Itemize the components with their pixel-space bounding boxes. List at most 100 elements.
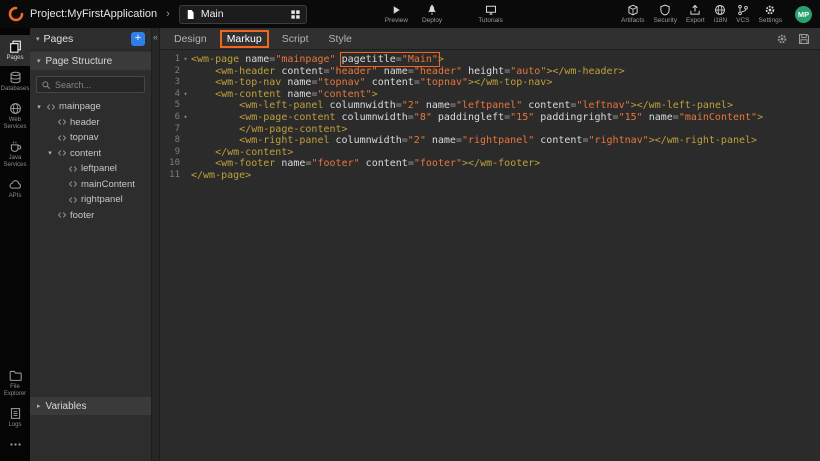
line-number: 1 xyxy=(160,54,180,66)
code-line[interactable]: 1▾<wm-page name="mainpage" pagetitle="Ma… xyxy=(160,54,820,66)
tree-node-topnav[interactable]: topnav xyxy=(30,130,151,146)
grid-icon[interactable] xyxy=(290,9,301,20)
search-icon xyxy=(41,80,51,90)
code-line[interactable]: 7 </wm-page-content> xyxy=(160,124,820,136)
rail-item-pages[interactable]: Pages xyxy=(0,35,30,66)
logs-icon xyxy=(9,407,22,420)
tree-node-label: rightpanel xyxy=(81,194,123,205)
add-page-button[interactable]: + xyxy=(131,32,145,46)
i18n-icon xyxy=(714,4,726,16)
deploy-button[interactable]: Deploy xyxy=(422,4,442,24)
tree-node-label: content xyxy=(70,148,101,159)
code-line-text: </wm-page-content> xyxy=(191,124,348,136)
fold-caret-icon[interactable]: ▾ xyxy=(180,54,191,66)
rail-item-java-services[interactable]: Java Services xyxy=(0,135,30,173)
pages-icon xyxy=(9,40,22,53)
code-line-text: </wm-page> xyxy=(191,170,251,182)
line-number: 4 xyxy=(160,89,180,101)
line-number: 8 xyxy=(160,135,180,147)
pages-panel-header[interactable]: ▾ Pages + xyxy=(30,28,151,50)
deploy-label: Deploy xyxy=(422,17,442,24)
code-line[interactable]: 11</wm-page> xyxy=(160,170,820,182)
tab-markup[interactable]: Markup xyxy=(220,30,269,48)
tab-script[interactable]: Script xyxy=(282,33,309,45)
page-structure-header[interactable]: ▾ Page Structure xyxy=(30,52,151,70)
code-line[interactable]: 5 <wm-left-panel columnwidth="2" name="l… xyxy=(160,100,820,112)
vcs-icon xyxy=(737,4,749,16)
databases-label: Databases xyxy=(1,86,30,93)
search-input[interactable] xyxy=(55,80,140,90)
artifacts-button[interactable]: Artifacts xyxy=(621,4,644,24)
preview-button[interactable]: Preview xyxy=(385,4,408,24)
collapse-panel-button[interactable]: « xyxy=(153,32,158,461)
rail-item-apis[interactable]: APIs xyxy=(0,173,30,204)
code-line[interactable]: 8 <wm-right-panel columnwidth="2" name="… xyxy=(160,135,820,147)
tree-node-label: mainContent xyxy=(81,179,135,190)
code-line-text: <wm-header content="header" name="header… xyxy=(191,66,625,78)
code-line[interactable]: 10 <wm-footer name="footer" content="foo… xyxy=(160,158,820,170)
tutorials-label: Tutorials xyxy=(478,17,503,24)
code-editor[interactable]: 1▾<wm-page name="mainpage" pagetitle="Ma… xyxy=(160,50,820,461)
tree-node-mainpage[interactable]: ▾mainpage xyxy=(30,99,151,115)
code-line[interactable]: 2 <wm-header content="header" name="head… xyxy=(160,66,820,78)
tab-design[interactable]: Design xyxy=(174,33,207,45)
editor-toolbar xyxy=(776,33,810,45)
tree-node-leftpanel[interactable]: leftpanel xyxy=(30,161,151,177)
code-line[interactable]: 6▾ <wm-page-content columnwidth="8" padd… xyxy=(160,112,820,124)
avatar[interactable]: MP xyxy=(795,6,812,23)
settings-button[interactable]: Settings xyxy=(759,4,783,24)
code-line[interactable]: 9 </wm-content> xyxy=(160,147,820,159)
export-button[interactable]: Export xyxy=(686,4,705,24)
caret-right-icon: ▸ xyxy=(37,402,41,410)
variables-header[interactable]: ▸ Variables xyxy=(30,397,151,415)
wavemaker-logo-icon[interactable] xyxy=(8,6,24,22)
editor: Design Markup Script Style 1▾<wm-page name=… xyxy=(160,28,820,461)
tree-node-header[interactable]: header xyxy=(30,115,151,131)
page-icon xyxy=(185,9,196,20)
pages-label: Pages xyxy=(6,55,23,62)
widget-icon xyxy=(57,148,67,158)
more-icon xyxy=(9,438,22,451)
widget-icon xyxy=(68,179,78,189)
i18n-button[interactable]: i18N xyxy=(714,4,727,24)
rail-item-logs[interactable]: Logs xyxy=(0,402,30,433)
tree-node-mainContent[interactable]: mainContent xyxy=(30,177,151,193)
rail-item-web-services[interactable]: Web Services xyxy=(0,97,30,135)
variables-title: Variables xyxy=(46,401,87,412)
file-explorer-icon xyxy=(9,369,22,382)
fold-caret-icon[interactable]: ▾ xyxy=(180,112,191,124)
line-number: 2 xyxy=(160,66,180,78)
widget-icon xyxy=(46,102,56,112)
rail-item-databases[interactable]: Databases xyxy=(0,66,30,97)
panel-collapse-strip: « xyxy=(152,28,160,461)
project-title: Project:MyFirstApplication xyxy=(30,8,157,20)
web-services-icon xyxy=(9,102,22,115)
code-line-text: <wm-page-content columnwidth="8" padding… xyxy=(191,112,763,124)
code-line-text: <wm-right-panel columnwidth="2" name="ri… xyxy=(191,135,757,147)
app-body: Pages Databases Web ServicesJava ServicesA… xyxy=(0,28,820,461)
fold-caret-icon[interactable]: ▾ xyxy=(180,89,191,101)
code-line-text: <wm-footer name="footer" content="footer… xyxy=(191,158,540,170)
tree-node-content[interactable]: ▾ content xyxy=(30,146,151,162)
tree-node-rightpanel[interactable]: rightpanel xyxy=(30,192,151,208)
code-line[interactable]: 3 <wm-top-nav name="topnav" content="top… xyxy=(160,77,820,89)
code-line-text: <wm-top-nav name="topnav" content="topna… xyxy=(191,77,552,89)
rail-item-more[interactable] xyxy=(0,433,30,457)
tutorials-button[interactable]: Tutorials xyxy=(478,4,503,24)
page-selector[interactable]: Main xyxy=(179,5,307,24)
preview-label: Preview xyxy=(385,17,408,24)
tab-style[interactable]: Style xyxy=(329,33,352,45)
caret-down-icon[interactable]: ▾ xyxy=(35,103,43,111)
gear-icon[interactable] xyxy=(776,33,788,45)
security-button[interactable]: Security xyxy=(653,4,676,24)
export-label: Export xyxy=(686,17,705,24)
tree-node-footer[interactable]: footer xyxy=(30,208,151,224)
tree-node-label: footer xyxy=(70,210,94,221)
caret-down-icon[interactable]: ▾ xyxy=(46,149,54,157)
artifacts-label: Artifacts xyxy=(621,17,644,24)
vcs-button[interactable]: VCS xyxy=(736,4,749,24)
save-icon[interactable] xyxy=(798,33,810,45)
rail-item-file-explorer[interactable]: File Explorer xyxy=(0,364,30,402)
code-line[interactable]: 4▾ <wm-content name="content"> xyxy=(160,89,820,101)
pages-panel: ▾ Pages + ▾ Page Structure ▾mainpagehead… xyxy=(30,28,152,461)
